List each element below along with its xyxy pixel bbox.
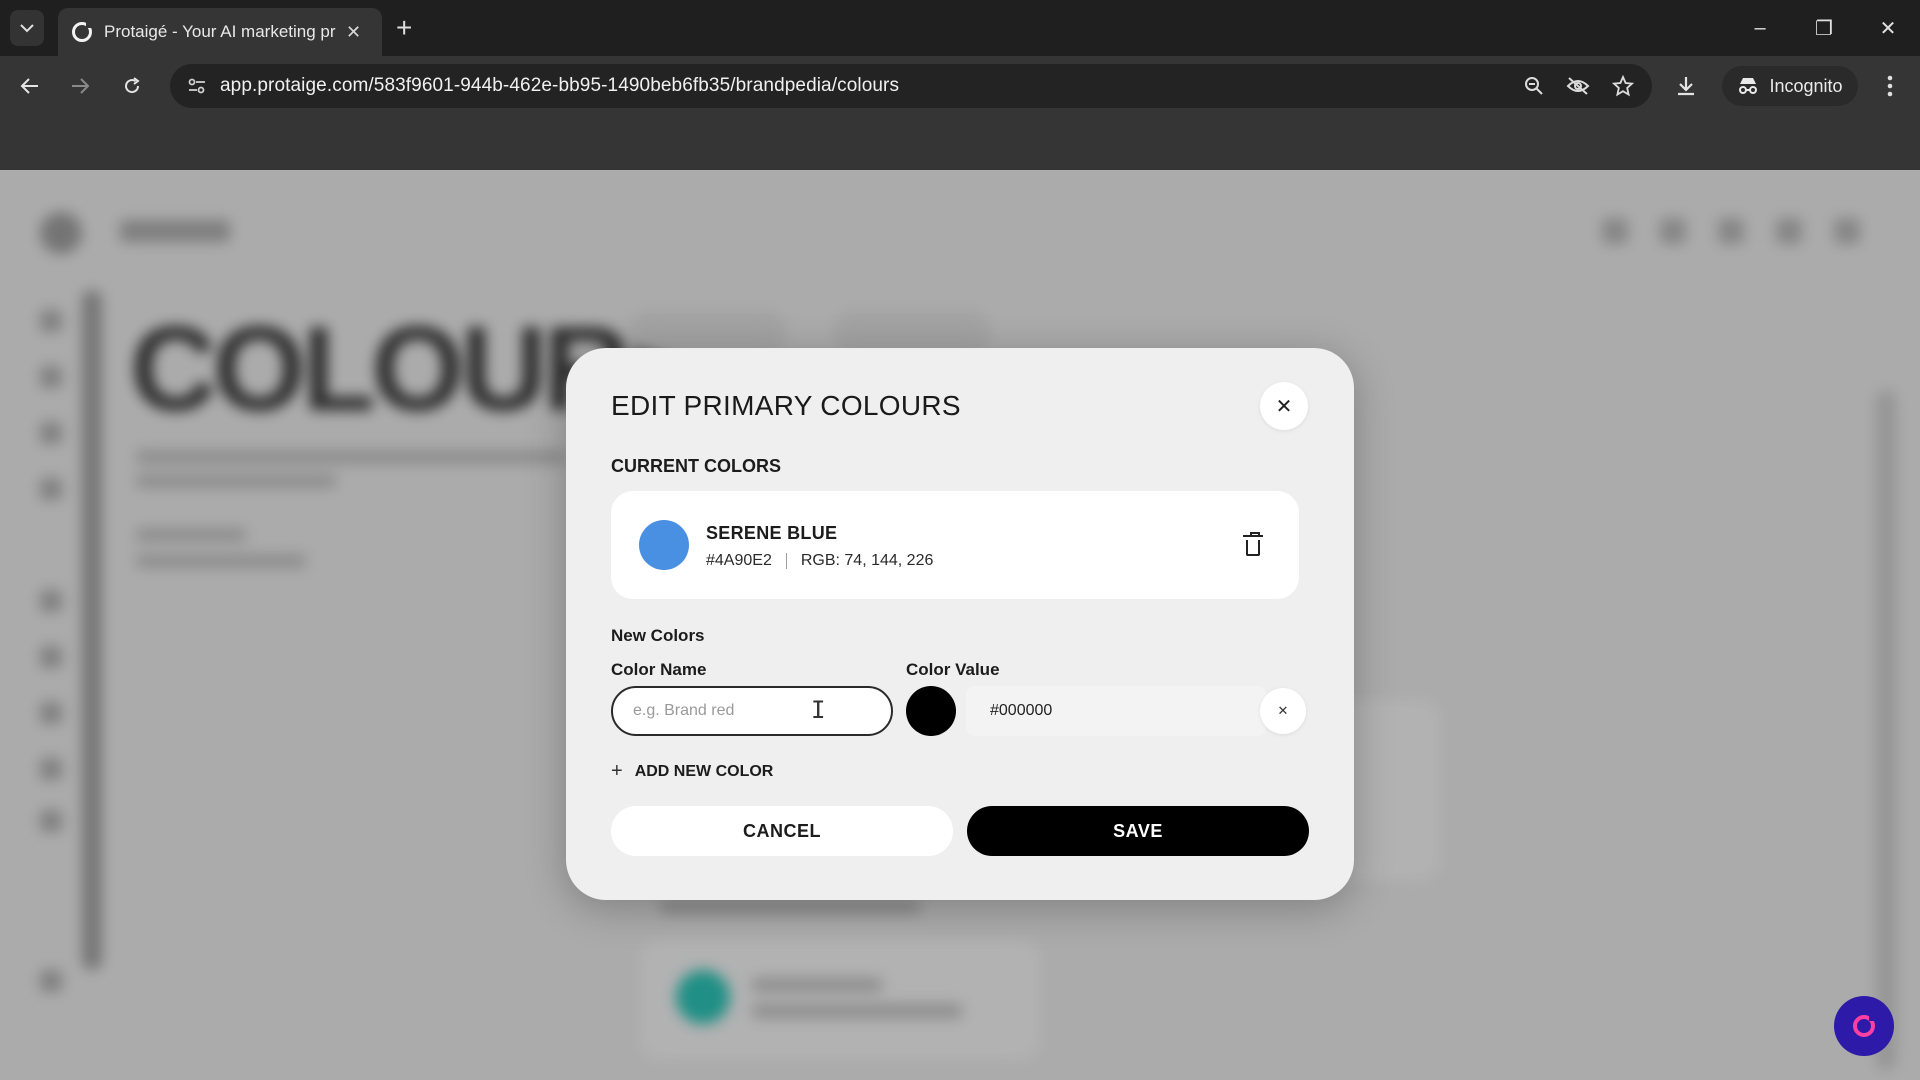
add-new-color-button[interactable]: + ADD NEW COLOR [611, 760, 773, 783]
add-new-color-label: ADD NEW COLOR [634, 762, 774, 780]
browser-toolbar: app.protaige.com/583f9601-944b-462e-bb95… [0, 56, 1920, 114]
color-value-swatch[interactable] [906, 686, 956, 736]
incognito-label: Incognito [1769, 75, 1843, 96]
new-tab-button[interactable]: + [396, 12, 412, 44]
current-color-rgb: RGB: 74, 144, 226 [800, 552, 934, 569]
current-color-meta: #4A90E2 RGB: 74, 144, 226 [706, 552, 933, 570]
back-button[interactable] [10, 66, 50, 106]
reload-button[interactable] [112, 66, 152, 106]
current-color-name: SERENE BLUE [706, 523, 838, 543]
browser-tab-bar: Protaigé - Your AI marketing pr ✕ + – ❐ … [0, 0, 1920, 56]
close-window-button[interactable]: ✕ [1856, 0, 1920, 56]
chevron-down-icon [20, 24, 34, 33]
reload-icon [125, 77, 140, 94]
current-color-swatch [639, 520, 689, 570]
text-cursor-icon: I [811, 696, 826, 724]
meta-divider [785, 553, 787, 569]
color-name-label: Color Name [611, 660, 707, 679]
tune-icon [188, 78, 205, 94]
current-color-hex: #4A90E2 [706, 552, 772, 569]
close-icon: ✕ [1275, 395, 1293, 418]
plus-icon: + [611, 760, 623, 782]
kebab-icon [1887, 75, 1893, 97]
color-value-label: Color Value [906, 660, 1000, 679]
tab-search-button[interactable] [10, 10, 44, 46]
window-controls: – ❐ ✕ [1728, 0, 1920, 56]
incognito-indicator[interactable]: Incognito [1722, 66, 1858, 106]
current-color-card: SERENE BLUE #4A90E2 RGB: 74, 144, 226 [611, 491, 1299, 599]
download-button[interactable] [1666, 66, 1706, 106]
download-icon [1678, 77, 1694, 96]
modal-close-button[interactable]: ✕ [1260, 382, 1308, 430]
color-value-input[interactable] [966, 686, 1266, 736]
arrow-right-icon [72, 78, 90, 94]
close-icon: ✕ [1277, 703, 1289, 718]
remove-new-color-button[interactable]: ✕ [1260, 688, 1306, 734]
star-icon[interactable] [1612, 75, 1634, 97]
current-colors-label: CURRENT COLORS [611, 456, 781, 476]
browser-tab[interactable]: Protaigé - Your AI marketing pr ✕ [58, 8, 382, 56]
bookmark-strip [0, 114, 1920, 170]
protaige-favicon-icon [72, 22, 92, 42]
minimize-button[interactable]: – [1728, 0, 1792, 56]
chat-icon [1853, 1014, 1876, 1037]
edit-primary-colours-modal: EDIT PRIMARY COLOURS ✕ CURRENT COLORS SE… [566, 348, 1354, 900]
trash-icon [1243, 531, 1263, 556]
browser-menu-button[interactable] [1872, 66, 1908, 106]
address-bar[interactable]: app.protaige.com/583f9601-944b-462e-bb95… [170, 64, 1652, 108]
delete-color-button[interactable] [1239, 531, 1267, 559]
incognito-icon [1739, 78, 1758, 94]
cancel-button[interactable]: CANCEL [611, 806, 953, 856]
modal-title: EDIT PRIMARY COLOURS [611, 390, 961, 421]
color-name-input[interactable] [611, 686, 893, 736]
save-button[interactable]: SAVE [967, 806, 1309, 856]
address-bar-actions [1524, 64, 1634, 108]
tab-close-icon[interactable]: ✕ [346, 22, 361, 43]
new-colors-label: New Colors [611, 626, 705, 645]
eye-off-icon[interactable] [1566, 76, 1590, 96]
zoom-icon[interactable] [1524, 76, 1544, 96]
chat-launcher-button[interactable] [1834, 996, 1894, 1056]
arrow-left-icon [20, 78, 38, 94]
restore-button[interactable]: ❐ [1792, 0, 1856, 56]
forward-button[interactable] [60, 66, 100, 106]
url-text[interactable]: app.protaige.com/583f9601-944b-462e-bb95… [220, 75, 899, 97]
tab-title: Protaigé - Your AI marketing pr [104, 22, 336, 41]
site-info-button[interactable] [174, 64, 220, 108]
